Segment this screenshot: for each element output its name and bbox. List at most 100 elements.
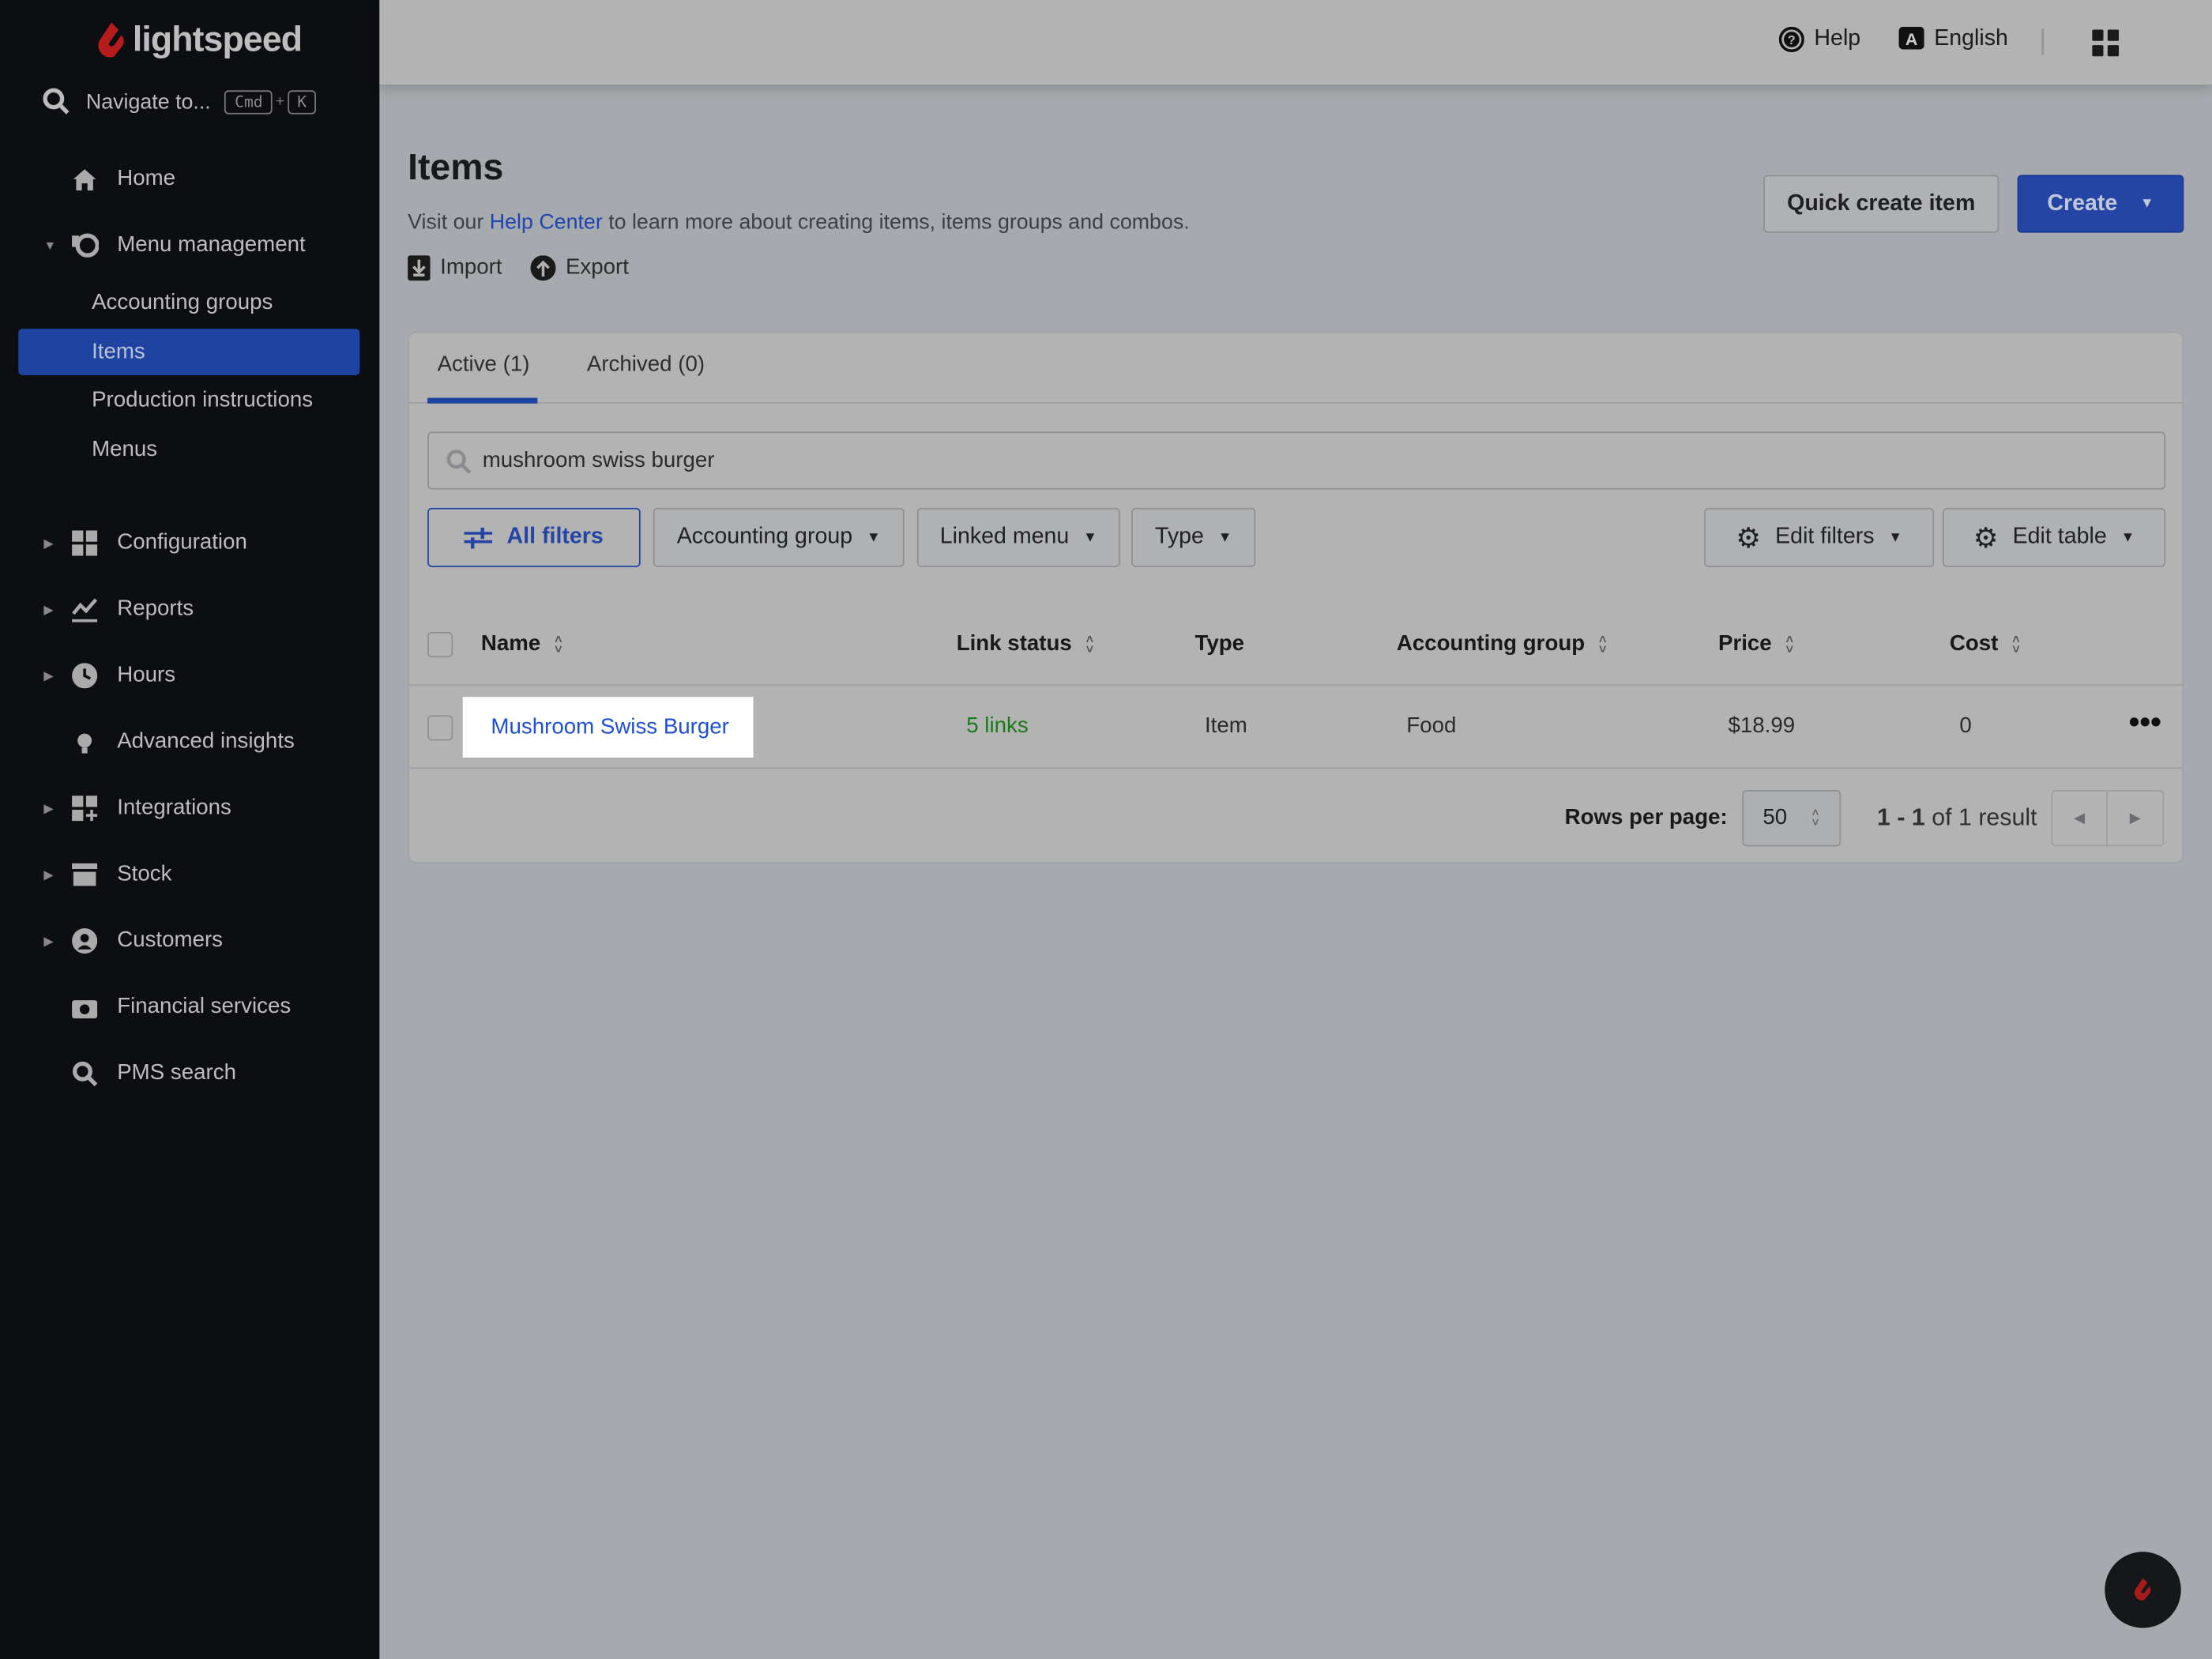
sidebar-subitem-accounting-groups[interactable]: Accounting groups <box>18 280 359 326</box>
sidebar-item-stock[interactable]: ▶ Stock <box>0 851 379 899</box>
tab-archived[interactable]: Archived (0) <box>587 352 705 378</box>
edit-filters-button[interactable]: ⚙ Edit filters ▼ <box>1704 507 1935 567</box>
column-price[interactable]: Price ˄ ˅ <box>1718 632 1793 657</box>
result-range: 1 - 1 <box>1877 803 1925 831</box>
caret-down-icon: ▼ <box>1888 529 1903 546</box>
sort-icon: ˄ ˅ <box>1785 631 1793 656</box>
tab-bar: Active (1) Archived (0) <box>408 333 2183 404</box>
caret-right-icon: ▶ <box>43 933 54 948</box>
sidebar-item-hours[interactable]: ▶ Hours <box>0 652 379 700</box>
apps-grid-icon[interactable] <box>2092 29 2120 63</box>
import-label: Import <box>440 255 502 280</box>
sidebar-item-menu-management[interactable]: ▼ Menu management <box>0 221 379 269</box>
column-cost[interactable]: Cost ˄ ˅ <box>1950 632 2020 657</box>
link-status[interactable]: 5 links <box>966 714 1028 739</box>
more-options-icon[interactable]: ••• <box>2129 704 2161 740</box>
caret-down-icon: ▼ <box>2120 529 2135 546</box>
language-button[interactable]: A English <box>1898 26 2008 52</box>
sidebar-subitem-items[interactable]: Items <box>18 329 360 375</box>
button-label: All filters <box>506 525 604 549</box>
rows-per-page-select[interactable]: 50 ˄ ˅ <box>1741 789 1841 847</box>
flame-icon <box>2134 1578 2151 1601</box>
menu-management-icon <box>70 231 99 260</box>
caret-right-icon: ▶ <box>43 601 54 616</box>
sidebar-item-integrations[interactable]: ▶ Integrations <box>0 784 379 833</box>
rows-per-page-value: 50 <box>1762 805 1788 830</box>
import-button[interactable]: Import <box>408 255 502 281</box>
column-label: Name <box>480 631 541 656</box>
sort-icon: ˄ ˅ <box>1085 631 1094 656</box>
stock-icon <box>70 860 99 889</box>
accounting-group-filter[interactable]: Accounting group ▼ <box>653 507 905 567</box>
column-name[interactable]: Name ˄ ˅ <box>481 632 562 657</box>
button-label: Quick create item <box>1787 190 1976 216</box>
configuration-icon <box>70 529 99 558</box>
column-label: Price <box>1717 631 1772 656</box>
item-type: Item <box>1204 713 1247 738</box>
sidebar-item-advanced-insights[interactable]: Advanced insights <box>0 718 379 766</box>
items-card: Active (1) Archived (0) mushroom swiss b… <box>408 331 2184 863</box>
subtitle-text: to learn more about creating items, item… <box>602 210 1190 235</box>
navigate-label: Navigate to... <box>85 89 211 114</box>
brand-name: lightspeed <box>132 19 303 59</box>
type-filter[interactable]: Type ▼ <box>1131 507 1256 567</box>
search-icon <box>70 1059 99 1088</box>
help-icon: ? <box>1778 26 1804 53</box>
item-accounting-group: Food <box>1406 713 1457 738</box>
next-page-icon[interactable]: ▶ <box>2108 792 2163 845</box>
sidebar-item-label: Items <box>92 339 145 363</box>
sidebar-item-label: PMS search <box>117 1060 236 1085</box>
sidebar-item-label: Configuration <box>117 530 247 555</box>
help-button[interactable]: ? Help <box>1778 26 1860 53</box>
caret-right-icon: ▶ <box>43 668 54 683</box>
sidebar-item-financial-services[interactable]: Financial services <box>0 984 379 1032</box>
help-center-link[interactable]: Help Center <box>490 210 603 234</box>
sidebar-item-label: Hours <box>117 663 176 687</box>
caret-down-icon: ▼ <box>866 529 881 546</box>
navigate-search[interactable]: Navigate to... Cmd + K <box>43 88 317 116</box>
camera-icon <box>70 993 99 1021</box>
sliders-icon <box>464 527 493 549</box>
lightspeed-logo[interactable]: lightspeed <box>96 19 303 61</box>
edit-table-button[interactable]: ⚙ Edit table ▼ <box>1942 507 2166 567</box>
clock-icon <box>70 661 99 690</box>
result-count: of 1 result <box>1932 803 2037 831</box>
sidebar-item-reports[interactable]: ▶ Reports <box>0 585 379 634</box>
sidebar-item-home[interactable]: Home <box>0 155 379 203</box>
lightspeed-chat-button[interactable] <box>2105 1552 2181 1628</box>
kbd-k: K <box>287 89 317 114</box>
caret-right-icon: ▶ <box>43 800 54 815</box>
sidebar-item-label: Financial services <box>117 994 292 1019</box>
sidebar-subitem-menus[interactable]: Menus <box>18 426 359 472</box>
sidebar-item-label: Reports <box>117 596 194 621</box>
column-label: Cost <box>1949 631 1999 656</box>
language-icon: A <box>1898 26 1924 50</box>
linked-menu-filter[interactable]: Linked menu ▼ <box>916 507 1120 567</box>
gear-icon: ⚙ <box>1736 522 1762 554</box>
sidebar-item-pms-search[interactable]: PMS search <box>0 1050 379 1098</box>
quick-create-item-button[interactable]: Quick create item <box>1763 175 1999 233</box>
sidebar-item-label: Production instructions <box>92 387 314 412</box>
column-label: Link status <box>956 631 1072 656</box>
select-all-checkbox[interactable] <box>427 631 453 658</box>
row-checkbox[interactable] <box>427 715 453 741</box>
kbd-plus: + <box>275 92 285 111</box>
svg-text:A: A <box>1905 30 1917 49</box>
column-link-status[interactable]: Link status ˄ ˅ <box>957 632 1093 657</box>
table-row: Mushroom Swiss Burger 5 links Item Food … <box>408 687 2183 769</box>
sidebar-subitem-production-instructions[interactable]: Production instructions <box>18 377 359 423</box>
sidebar: lightspeed Navigate to... Cmd + K Home ▼… <box>0 0 380 1659</box>
export-button[interactable]: Export <box>530 255 629 281</box>
tab-active[interactable]: Active (1) <box>438 352 530 378</box>
prev-page-icon[interactable]: ◀ <box>2052 791 2108 845</box>
all-filters-button[interactable]: All filters <box>427 507 641 567</box>
caret-right-icon: ▶ <box>43 867 54 882</box>
item-name-link[interactable]: Mushroom Swiss Burger <box>462 697 754 758</box>
sidebar-item-customers[interactable]: ▶ Customers <box>0 917 379 965</box>
column-accounting-group[interactable]: Accounting group ˄ ˅ <box>1397 632 1607 657</box>
sidebar-item-configuration[interactable]: ▶ Configuration <box>0 519 379 567</box>
create-button[interactable]: Create ▼ <box>2017 175 2184 233</box>
kbd-cmd: Cmd <box>224 89 273 114</box>
caret-right-icon: ▶ <box>43 535 54 550</box>
search-input[interactable]: mushroom swiss burger <box>427 431 2166 490</box>
